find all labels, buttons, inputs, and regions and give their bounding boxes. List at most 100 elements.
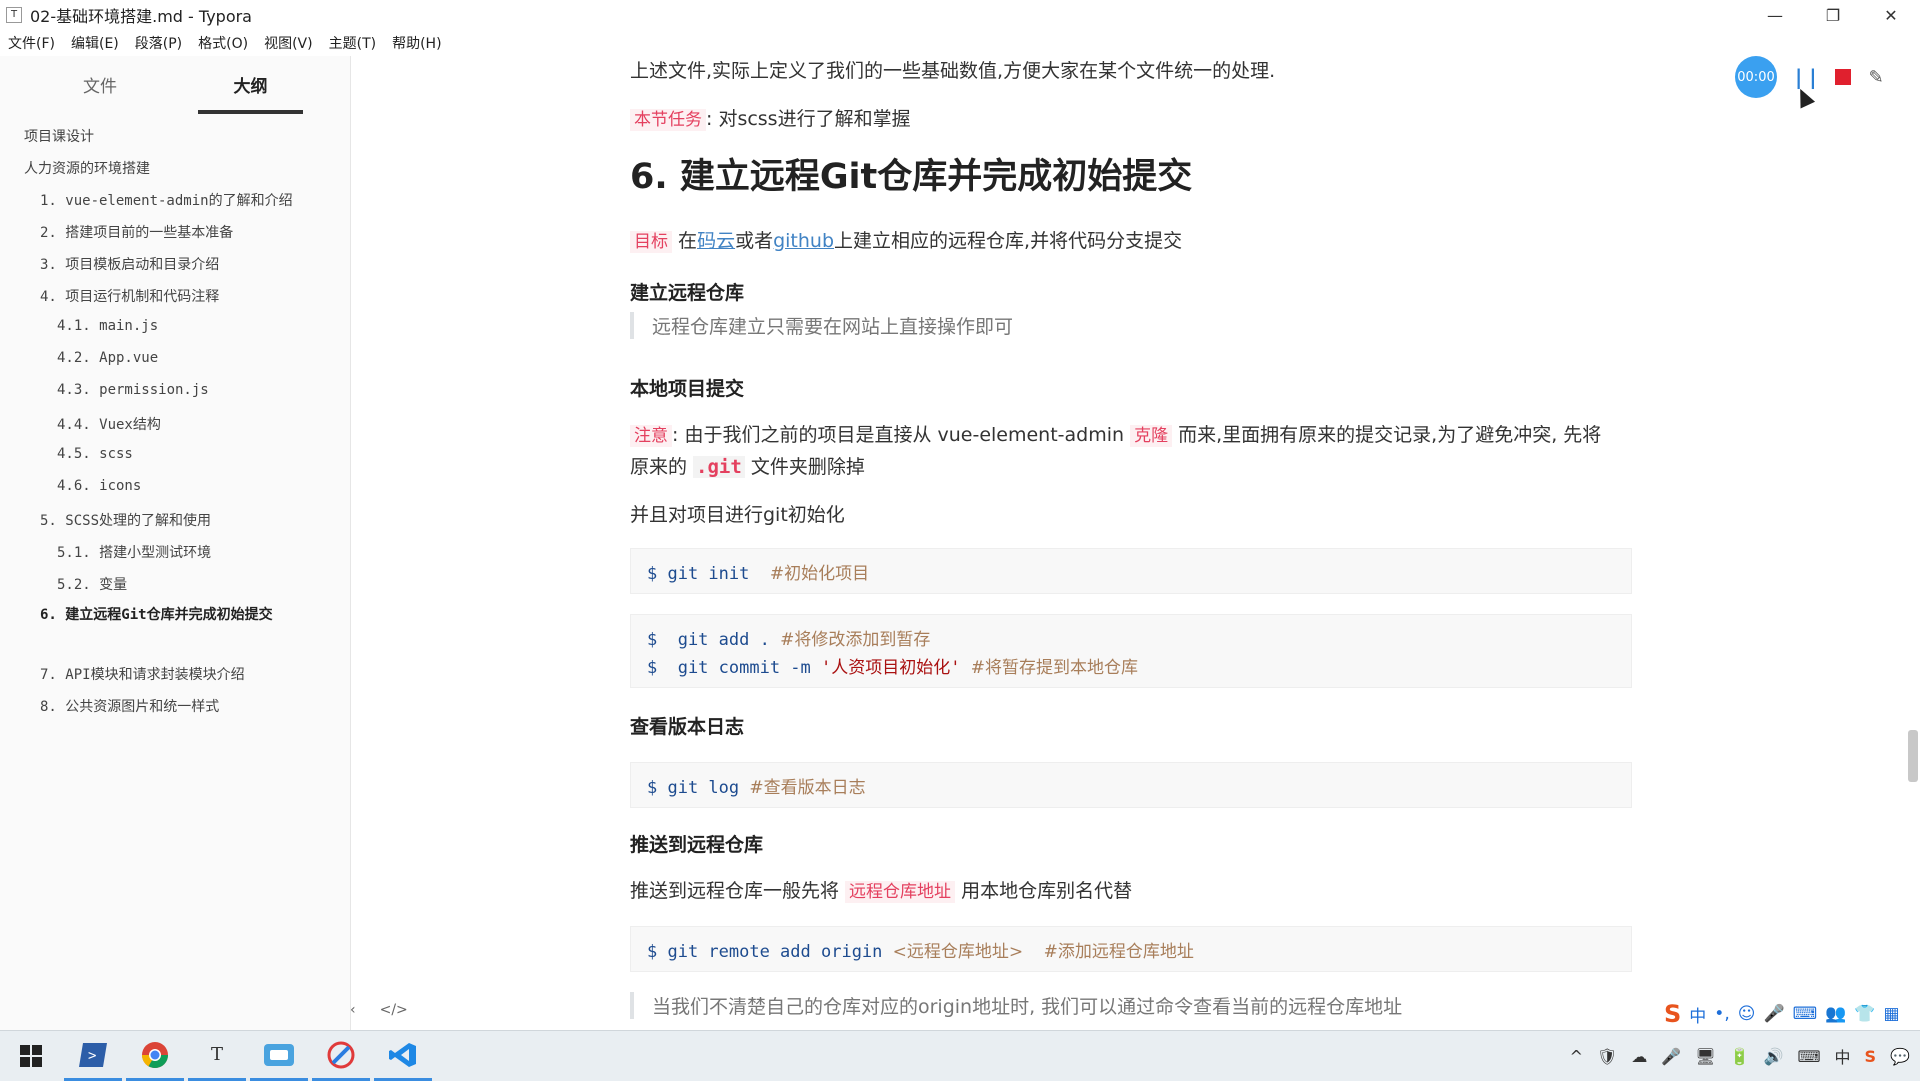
code-command: $ git remote add origin bbox=[647, 942, 893, 962]
code-block-remote-add[interactable]: $ git remote add origin <远程仓库地址> #添加远程仓库… bbox=[630, 926, 1632, 972]
svg-text:>: > bbox=[88, 1048, 96, 1064]
goal-paragraph: 目标 在码云或者github上建立相应的远程仓库,并将代码分支提交 bbox=[630, 226, 1182, 253]
github-link[interactable]: github bbox=[773, 230, 834, 252]
pen-icon[interactable]: ✎ bbox=[1869, 67, 1884, 88]
menu-help[interactable]: 帮助(H) bbox=[392, 33, 441, 53]
powershell-icon[interactable]: > bbox=[64, 1031, 122, 1081]
heading-6: 6. 建立远程Git仓库并完成初始提交 bbox=[630, 157, 1193, 197]
feishu-icon[interactable] bbox=[312, 1031, 370, 1081]
toggle-sidebar-icon[interactable]: ‹ bbox=[350, 1002, 356, 1018]
menu-paragraph[interactable]: 段落(P) bbox=[135, 33, 182, 53]
heading-version-log: 查看版本日志 bbox=[630, 716, 745, 738]
ime-keyboard-icon[interactable]: ⌨ bbox=[1793, 1004, 1818, 1024]
menu-file[interactable]: 文件(F) bbox=[8, 33, 55, 53]
cloud-icon[interactable]: ☁ bbox=[1631, 1047, 1647, 1066]
outline-item[interactable]: 5.2. 变量 bbox=[57, 574, 127, 594]
ime-toolbox-icon[interactable]: ▦ bbox=[1884, 1004, 1900, 1024]
menu-view[interactable]: 视图(V) bbox=[264, 33, 313, 53]
sogou-ime-icon[interactable]: S bbox=[1664, 1000, 1681, 1028]
code-command: $ git add . bbox=[647, 630, 770, 650]
gitee-link[interactable]: 码云 bbox=[697, 230, 735, 252]
minimize-button[interactable]: — bbox=[1746, 0, 1804, 30]
outline-item[interactable]: 2. 搭建项目前的一些基本准备 bbox=[40, 222, 233, 242]
recording-timer: 00:00 bbox=[1735, 56, 1777, 98]
taskbar: > T ^ 🛡 ☁ 🎤 🖥 🔋 🔊 ⌨ 中 S 💬 bbox=[0, 1030, 1920, 1081]
code-comment: #将暂存提到本地仓库 bbox=[970, 658, 1138, 678]
tab-outline[interactable]: 大纲 bbox=[198, 68, 303, 114]
microphone-icon[interactable]: 🎤 bbox=[1661, 1047, 1681, 1066]
ime-punctuation-icon[interactable]: •, bbox=[1714, 1004, 1729, 1024]
ime-voice-icon[interactable]: 🎤 bbox=[1763, 1004, 1784, 1024]
task-tag: 本节任务 bbox=[630, 109, 706, 131]
ime-user-icon[interactable]: 👥 bbox=[1825, 1004, 1846, 1024]
ime-skin-icon[interactable]: 👕 bbox=[1854, 1004, 1875, 1024]
outline-item-active[interactable]: 6. 建立远程Git仓库并完成初始提交 bbox=[40, 604, 330, 626]
outline-item[interactable]: 5.1. 搭建小型测试环境 bbox=[57, 542, 211, 562]
ime-chinese-mode-icon[interactable]: 中 bbox=[1689, 1002, 1706, 1027]
notification-icon[interactable]: 💬 bbox=[1890, 1047, 1910, 1066]
blockquote-remote: 远程仓库建立只需要在网站上直接操作即可 bbox=[630, 312, 1013, 339]
code-block-init[interactable]: $ git init #初始化项目 bbox=[630, 548, 1632, 594]
outline-item[interactable]: 1. vue-element-admin的了解和介绍 bbox=[40, 190, 293, 210]
ime-toolbar: S 中 •, ☺ 🎤 ⌨ 👥 👕 ▦ bbox=[1664, 1000, 1900, 1028]
sidebar-tabs: 文件 大纲 bbox=[0, 68, 350, 114]
display-icon[interactable]: 🖥 bbox=[1695, 1047, 1715, 1066]
vertical-scrollbar[interactable] bbox=[1908, 730, 1918, 782]
volume-icon[interactable]: 🔊 bbox=[1764, 1047, 1784, 1066]
outline-item[interactable]: 7. API模块和请求封装模块介绍 bbox=[40, 664, 245, 684]
code-argument: <远程仓库地址> bbox=[892, 942, 1024, 962]
menu-bar: 文件(F) 编辑(E) 段落(P) 格式(O) 视图(V) 主题(T) 帮助(H… bbox=[0, 30, 458, 56]
code-block-log[interactable]: $ git log #查看版本日志 bbox=[630, 762, 1632, 808]
tray-overflow-icon[interactable]: ^ bbox=[1570, 1047, 1583, 1066]
outline-item[interactable]: 4.4. Vuex结构 bbox=[57, 414, 161, 434]
task-paragraph: 本节任务: 对scss进行了解和掌握 bbox=[630, 104, 911, 131]
inline-code-git: .git bbox=[693, 456, 745, 478]
typora-app-icon: T bbox=[6, 7, 22, 23]
outline-item[interactable]: 人力资源的环境搭建 bbox=[24, 158, 150, 178]
code-command: $ git log bbox=[647, 778, 740, 798]
code-comment: #初始化项目 bbox=[769, 564, 870, 584]
intro-paragraph: 上述文件,实际上定义了我们的一些基础数值,方便大家在某个文件统一的处理. bbox=[630, 60, 1276, 82]
menu-edit[interactable]: 编辑(E) bbox=[71, 33, 119, 53]
menu-format[interactable]: 格式(O) bbox=[198, 33, 248, 53]
code-string: '人资项目初始化' bbox=[821, 658, 961, 678]
close-button[interactable]: ✕ bbox=[1862, 0, 1920, 30]
outline-item[interactable]: 4. 项目运行机制和代码注释 bbox=[40, 286, 219, 306]
heading-push-remote: 推送到远程仓库 bbox=[630, 834, 764, 856]
ime-emoji-icon[interactable]: ☺ bbox=[1738, 1004, 1756, 1024]
code-command: $ git init bbox=[647, 564, 750, 584]
goal-text: 在 bbox=[678, 230, 698, 252]
heading-local-commit: 本地项目提交 bbox=[630, 378, 745, 400]
outline-item[interactable]: 5. SCSS处理的了解和使用 bbox=[40, 510, 211, 530]
code-command: $ git commit -m bbox=[647, 658, 821, 678]
tab-files[interactable]: 文件 bbox=[40, 68, 160, 110]
note-text: 而来,里面拥有原来的提交记录,为了避免冲突, 先将 bbox=[1172, 424, 1602, 446]
typora-taskbar-icon[interactable]: T bbox=[188, 1031, 246, 1081]
sidebar: 文件 大纲 项目课设计 人力资源的环境搭建 1. vue-element-adm… bbox=[0, 56, 351, 1030]
keyboard-icon[interactable]: ⌨ bbox=[1797, 1047, 1820, 1066]
outline-item[interactable]: 4.5. scss bbox=[57, 446, 133, 462]
code-comment: #将修改添加到暂存 bbox=[780, 630, 931, 650]
outline-item[interactable]: 4.2. App.vue bbox=[57, 350, 158, 366]
file-manager-icon[interactable] bbox=[250, 1031, 308, 1081]
battery-icon[interactable]: 🔋 bbox=[1730, 1047, 1750, 1066]
outline-item[interactable]: 4.3. permission.js bbox=[57, 382, 209, 398]
menu-theme[interactable]: 主题(T) bbox=[329, 33, 376, 53]
goal-text: 或者 bbox=[735, 230, 774, 252]
outline-item[interactable]: 3. 项目模板启动和目录介绍 bbox=[40, 254, 219, 274]
sogou-tray-icon[interactable]: S bbox=[1865, 1047, 1877, 1066]
code-block-commit[interactable]: $ git add . #将修改添加到暂存 $ git commit -m '人… bbox=[630, 614, 1632, 688]
security-icon[interactable]: 🛡 bbox=[1597, 1047, 1617, 1066]
stop-icon[interactable] bbox=[1834, 69, 1851, 85]
outline-item[interactable]: 4.6. icons bbox=[57, 478, 141, 494]
outline-item[interactable]: 4.1. main.js bbox=[57, 318, 158, 334]
goal-tag: 目标 bbox=[630, 231, 672, 253]
chrome-icon[interactable] bbox=[126, 1031, 184, 1081]
vscode-icon[interactable] bbox=[374, 1031, 432, 1081]
windows-start-icon[interactable] bbox=[2, 1031, 60, 1081]
outline-item[interactable]: 项目课设计 bbox=[24, 126, 94, 146]
source-code-mode-icon[interactable]: </> bbox=[380, 1002, 408, 1018]
input-language-icon[interactable]: 中 bbox=[1835, 1044, 1851, 1068]
maximize-button[interactable]: ❐ bbox=[1804, 0, 1862, 30]
outline-item[interactable]: 8. 公共资源图片和统一样式 bbox=[40, 696, 219, 716]
